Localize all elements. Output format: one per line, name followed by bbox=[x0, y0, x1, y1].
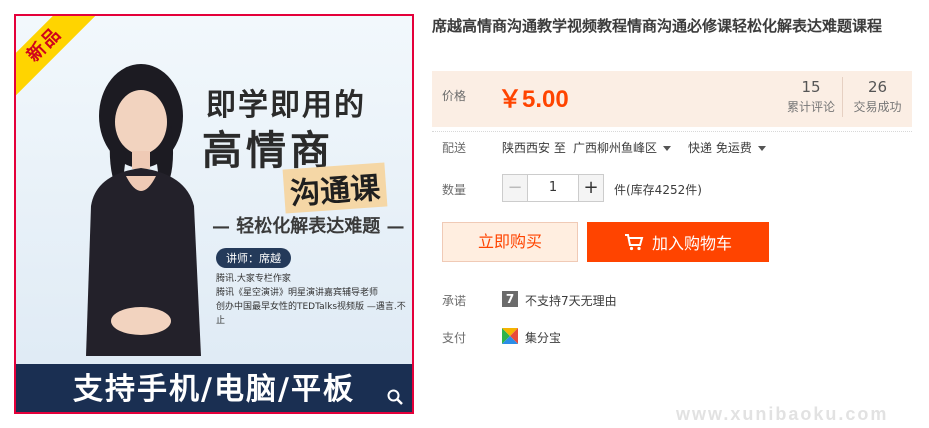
trade-count: 26 bbox=[867, 78, 888, 96]
bio-line: 腾讯.大家专栏作家 bbox=[216, 274, 291, 284]
add-to-cart-button[interactable]: 加入购物车 bbox=[587, 222, 769, 262]
pledge-label: 承诺 bbox=[442, 294, 467, 308]
buy-now-button[interactable]: 立即购买 bbox=[442, 222, 578, 262]
image-subtitle: — 轻松化解表达难题 — bbox=[212, 216, 405, 237]
quantity-input[interactable]: 1 bbox=[528, 174, 578, 202]
pledge-value[interactable]: 不支持7天无理由 bbox=[525, 292, 617, 309]
destination-select[interactable]: 广西柳州鱼峰区 bbox=[573, 139, 672, 156]
chevron-down-icon bbox=[757, 146, 766, 151]
lecturer-bio: 腾讯.大家专栏作家 腾讯《星空演讲》明星演讲嘉宾辅导老师 创办中国最早女性的TE… bbox=[216, 272, 412, 328]
review-label: 累计评论 bbox=[786, 100, 835, 114]
delivery-origin: 陕西西安 至 bbox=[502, 141, 566, 155]
image-title-line3: 沟通课 bbox=[282, 162, 388, 214]
price-label: 价格 bbox=[442, 89, 467, 103]
quantity-label: 数量 bbox=[442, 183, 467, 197]
destination-value: 广西柳州鱼峰区 bbox=[573, 141, 658, 155]
review-stat[interactable]: 15 累计评论 bbox=[776, 77, 846, 117]
divider bbox=[432, 131, 912, 132]
product-title: 席越高情商沟通教学视频教程情商沟通必修课轻松化解表达难题课程 bbox=[432, 17, 883, 35]
bio-line: 腾讯《星空演讲》明星演讲嘉宾辅导老师 bbox=[216, 288, 379, 298]
watermark: www.xunibaoku.com bbox=[676, 404, 889, 424]
lecturer-tag: 讲师：席越 bbox=[216, 248, 291, 268]
add-to-cart-label: 加入购物车 bbox=[651, 234, 732, 253]
review-count: 15 bbox=[801, 78, 821, 96]
quantity-increase-button[interactable]: + bbox=[578, 174, 604, 202]
seven-day-icon: 7 bbox=[502, 291, 518, 307]
quantity-stepper: − 1 + bbox=[502, 174, 604, 202]
stock-info: 件(库存4252件) bbox=[614, 183, 702, 197]
product-image[interactable]: 新品 即学即用的 高情商 沟通课 — 轻松化解表达难题 — 讲师：席越 腾讯.大… bbox=[14, 14, 414, 414]
zoom-icon[interactable] bbox=[386, 388, 404, 406]
jifenbao-icon bbox=[502, 328, 518, 344]
quantity-decrease-button[interactable]: − bbox=[502, 174, 528, 202]
payment-label: 支付 bbox=[442, 331, 467, 345]
shipping-method-select[interactable]: 快递 免运费 bbox=[688, 139, 766, 156]
delivery-label: 配送 bbox=[442, 141, 467, 155]
bio-line: 创办中国最早女性的TEDTalks视频版 —遇言.不止 bbox=[216, 302, 406, 326]
trade-stat: 26 交易成功 bbox=[842, 77, 912, 117]
price-value: ￥5.00 bbox=[498, 86, 569, 113]
price-panel: 价格 ￥5.00 15 累计评论 26 交易成功 bbox=[432, 71, 912, 127]
trade-label: 交易成功 bbox=[853, 100, 902, 114]
chevron-down-icon bbox=[663, 146, 672, 151]
image-banner: 支持手机/电脑/平板 bbox=[16, 364, 412, 412]
payment-value: 集分宝 bbox=[525, 331, 562, 345]
shipping-method-value: 快递 免运费 bbox=[688, 141, 752, 155]
cart-icon bbox=[624, 234, 644, 251]
